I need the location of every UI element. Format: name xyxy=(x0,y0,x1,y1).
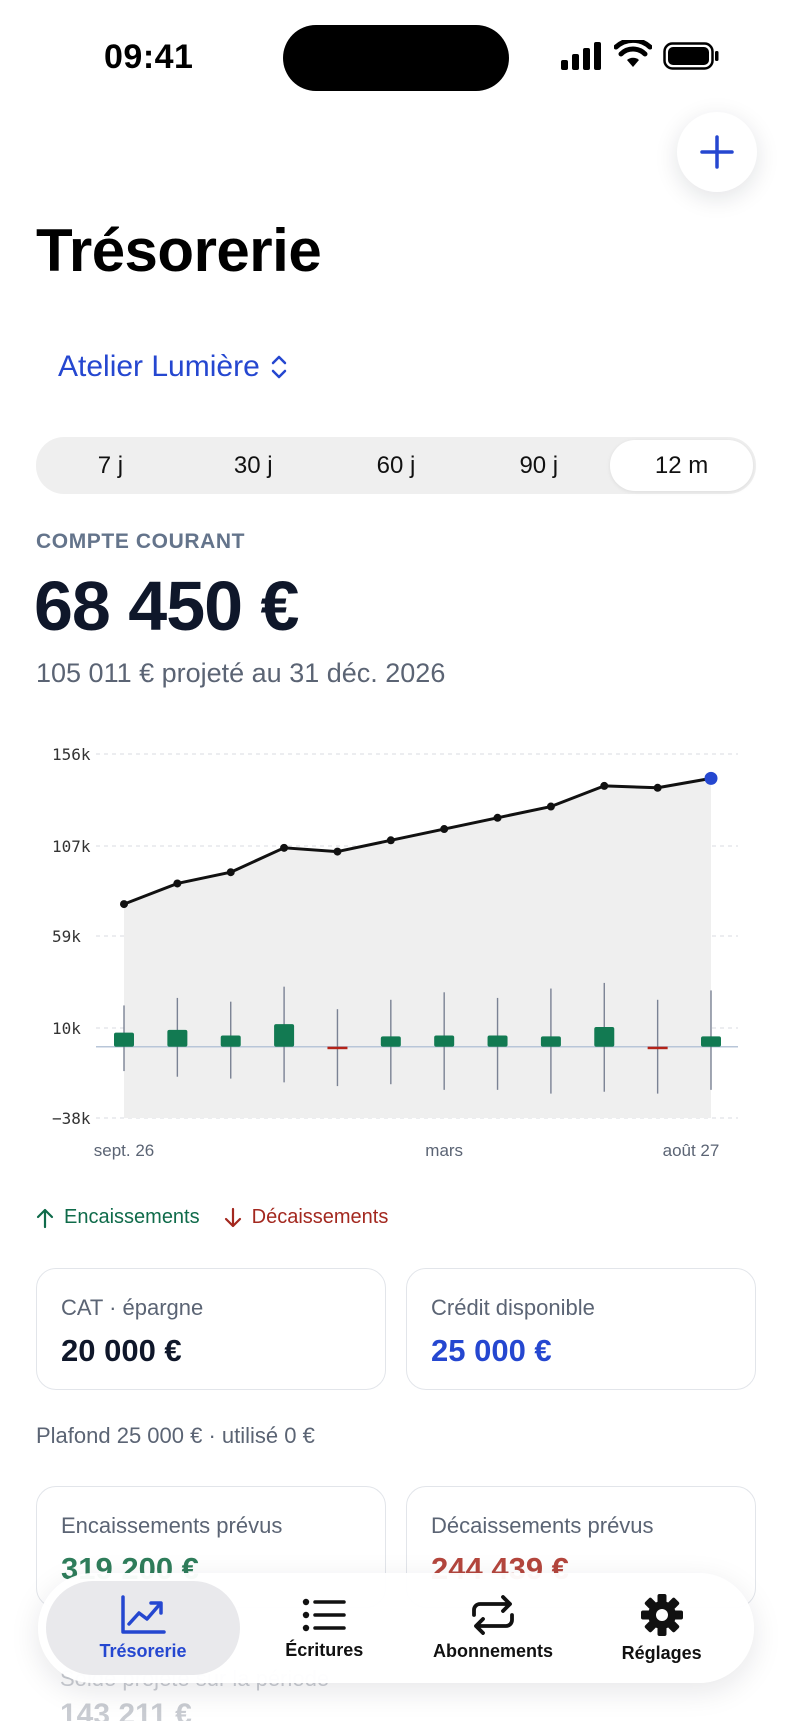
y-tick-label: 156k xyxy=(52,745,91,764)
balance-point xyxy=(600,781,609,790)
x-tick-label: sept. 26 xyxy=(94,1141,155,1160)
y-tick-label: 59k xyxy=(52,927,81,946)
tab-tresorerie[interactable]: Trésorerie xyxy=(46,1581,240,1675)
tab-label: Écritures xyxy=(285,1639,364,1660)
x-tick-label: mars xyxy=(425,1141,463,1160)
period-option-7d[interactable]: 7 j xyxy=(39,440,182,491)
balance-point xyxy=(173,879,182,888)
tab-label: Abonnements xyxy=(432,1640,553,1661)
tab-reglages[interactable]: Réglages xyxy=(577,1581,746,1675)
savings-label: CAT · épargne xyxy=(61,1295,204,1320)
period-option-90d[interactable]: 90 j xyxy=(467,440,610,491)
net-inflow-bar xyxy=(487,1035,508,1047)
period-option-60d[interactable]: 60 j xyxy=(325,440,468,491)
cellular-signal-icon xyxy=(561,42,601,70)
credit-label: Crédit disponible xyxy=(431,1295,595,1320)
balance-point xyxy=(226,868,235,877)
balance-point-current xyxy=(704,771,718,785)
y-tick-label: −38k xyxy=(52,1109,91,1128)
net-outflow-bar xyxy=(647,1046,668,1050)
tab-ecritures[interactable]: Écritures xyxy=(240,1581,409,1675)
period-balance-value: 143 211 € xyxy=(60,1698,192,1721)
expected-outflows-label: Décaissements prévus xyxy=(431,1513,654,1538)
savings-value: 20 000 € xyxy=(61,1333,182,1368)
balance-point xyxy=(493,813,502,822)
balance-point xyxy=(653,783,662,792)
balance-point xyxy=(440,825,449,834)
legend-inflow: Encaissements xyxy=(36,1206,200,1229)
account-label: COMPTE COURANT xyxy=(36,530,246,553)
net-inflow-bar xyxy=(434,1035,455,1047)
account-switcher-label: Atelier Lumière xyxy=(58,350,260,383)
list-icon xyxy=(303,1598,347,1631)
chart-legend: Encaissements Décaissements xyxy=(36,1206,388,1229)
cashflow-chart: 156k 107k 59k 10k −38ksept. 26 mars août 27 xyxy=(52,745,738,1160)
y-tick-label: 10k xyxy=(52,1019,81,1038)
net-inflow-bar xyxy=(540,1036,561,1047)
credit-value: 25 000 € xyxy=(431,1333,552,1368)
account-balance: 68 450 € xyxy=(34,567,299,645)
y-tick-label: 107k xyxy=(52,837,91,856)
battery-icon xyxy=(663,42,719,70)
net-inflow-bar xyxy=(274,1024,295,1047)
chevron-up-down-icon xyxy=(271,355,287,379)
balance-point xyxy=(333,847,342,856)
tab-bar: Trésorerie Écritures Abonnements Réglage… xyxy=(38,1573,754,1683)
add-entry-button[interactable] xyxy=(677,112,757,192)
period-option-30d[interactable]: 30 j xyxy=(182,440,325,491)
expected-inflows-label: Encaissements prévus xyxy=(61,1513,283,1538)
x-tick-label: août 27 xyxy=(663,1141,720,1160)
plus-icon xyxy=(700,135,734,169)
arrow-down-icon xyxy=(224,1207,241,1227)
balance-point xyxy=(386,836,395,845)
net-inflow-bar xyxy=(167,1029,188,1047)
balance-projection: 105 011 € projeté au 31 déc. 2026 xyxy=(36,658,446,688)
gear-icon xyxy=(640,1593,683,1636)
legend-outflow: Décaissements xyxy=(224,1206,389,1229)
balance-point xyxy=(120,900,128,909)
repeat-icon xyxy=(472,1594,514,1635)
net-outflow-bar xyxy=(327,1046,348,1050)
balance-point xyxy=(280,843,289,852)
period-option-12m[interactable]: 12 m xyxy=(610,440,753,491)
net-inflow-bar xyxy=(701,1036,721,1047)
page-title: Trésorerie xyxy=(36,217,322,284)
dynamic-island xyxy=(283,25,509,91)
balance-area xyxy=(124,778,711,1118)
credit-card[interactable]: Crédit disponible 25 000 € xyxy=(406,1268,756,1390)
arrow-up-icon xyxy=(36,1208,54,1228)
status-time: 09:41 xyxy=(104,38,194,76)
tab-label: Réglages xyxy=(621,1642,702,1663)
tab-label: Trésorerie xyxy=(99,1640,187,1661)
legend-outflow-label: Décaissements xyxy=(251,1206,389,1228)
credit-limit-note: Plafond 25 000 € · utilisé 0 € xyxy=(36,1423,315,1448)
period-selector: 7 j 30 j 60 j 90 j 12 m xyxy=(36,437,756,494)
net-inflow-bar xyxy=(114,1032,134,1047)
status-bar: 09:41 xyxy=(0,0,792,112)
net-inflow-bar xyxy=(594,1027,615,1047)
balance-point xyxy=(546,802,555,811)
tab-abonnements[interactable]: Abonnements xyxy=(409,1581,578,1675)
net-inflow-bar xyxy=(380,1036,401,1047)
account-switcher[interactable]: Atelier Lumière xyxy=(58,350,288,384)
wifi-icon xyxy=(614,40,652,67)
legend-inflow-label: Encaissements xyxy=(64,1206,200,1228)
savings-card[interactable]: CAT · épargne 20 000 € xyxy=(36,1268,386,1390)
trend-chart-icon xyxy=(121,1594,166,1634)
net-inflow-bar xyxy=(220,1035,241,1047)
